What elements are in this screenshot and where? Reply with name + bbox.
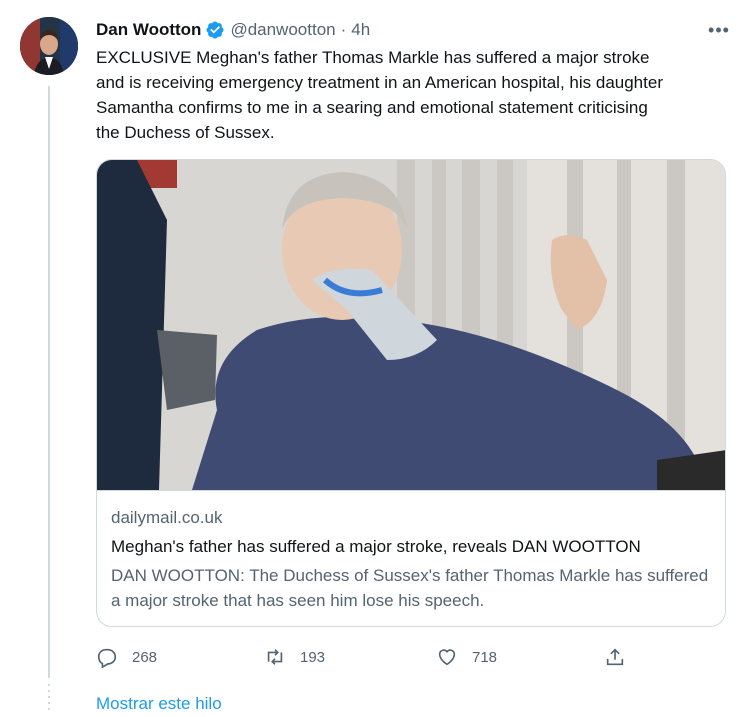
- share-icon: [606, 648, 624, 666]
- reply-icon: [97, 648, 117, 668]
- tweet-actions: 268 193 718: [96, 640, 726, 674]
- tweet-header: Dan Wootton @danwootton · 4h •••: [96, 18, 731, 42]
- retweet-icon: [267, 649, 283, 665]
- author-name[interactable]: Dan Wootton: [96, 20, 201, 40]
- thread-dotted-line: [48, 684, 50, 714]
- reply-count: 268: [132, 648, 158, 666]
- tweet-text: EXCLUSIVE Meghan's father Thomas Markle …: [96, 48, 663, 142]
- card-image: [97, 160, 725, 490]
- tweet-timestamp[interactable]: 4h: [351, 20, 370, 40]
- separator-dot: ·: [340, 20, 347, 39]
- thread-line: [48, 86, 50, 678]
- card-description: DAN WOOTTON: The Duchess of Sussex's fat…: [111, 566, 709, 610]
- reply-button[interactable]: 268: [96, 640, 157, 674]
- more-icon[interactable]: •••: [707, 18, 731, 42]
- card-title: Meghan's father has suffered a major str…: [111, 537, 641, 556]
- verified-badge-icon: [206, 21, 224, 39]
- more-label: •••: [708, 19, 730, 40]
- like-button[interactable]: 718: [436, 640, 497, 674]
- author-handle[interactable]: @danwootton: [230, 20, 335, 40]
- share-button[interactable]: [604, 640, 626, 674]
- card-domain: dailymail.co.uk: [111, 508, 223, 527]
- link-card[interactable]: dailymail.co.uk Meghan's father has suff…: [96, 159, 726, 627]
- avatar[interactable]: [20, 17, 78, 75]
- heart-icon: [438, 649, 456, 666]
- show-thread-link[interactable]: Mostrar este hilo: [96, 694, 222, 714]
- card-info: dailymail.co.uk Meghan's father has suff…: [97, 490, 725, 626]
- retweet-count: 193: [300, 648, 326, 666]
- retweet-button[interactable]: 193: [264, 640, 325, 674]
- like-count: 718: [472, 648, 498, 666]
